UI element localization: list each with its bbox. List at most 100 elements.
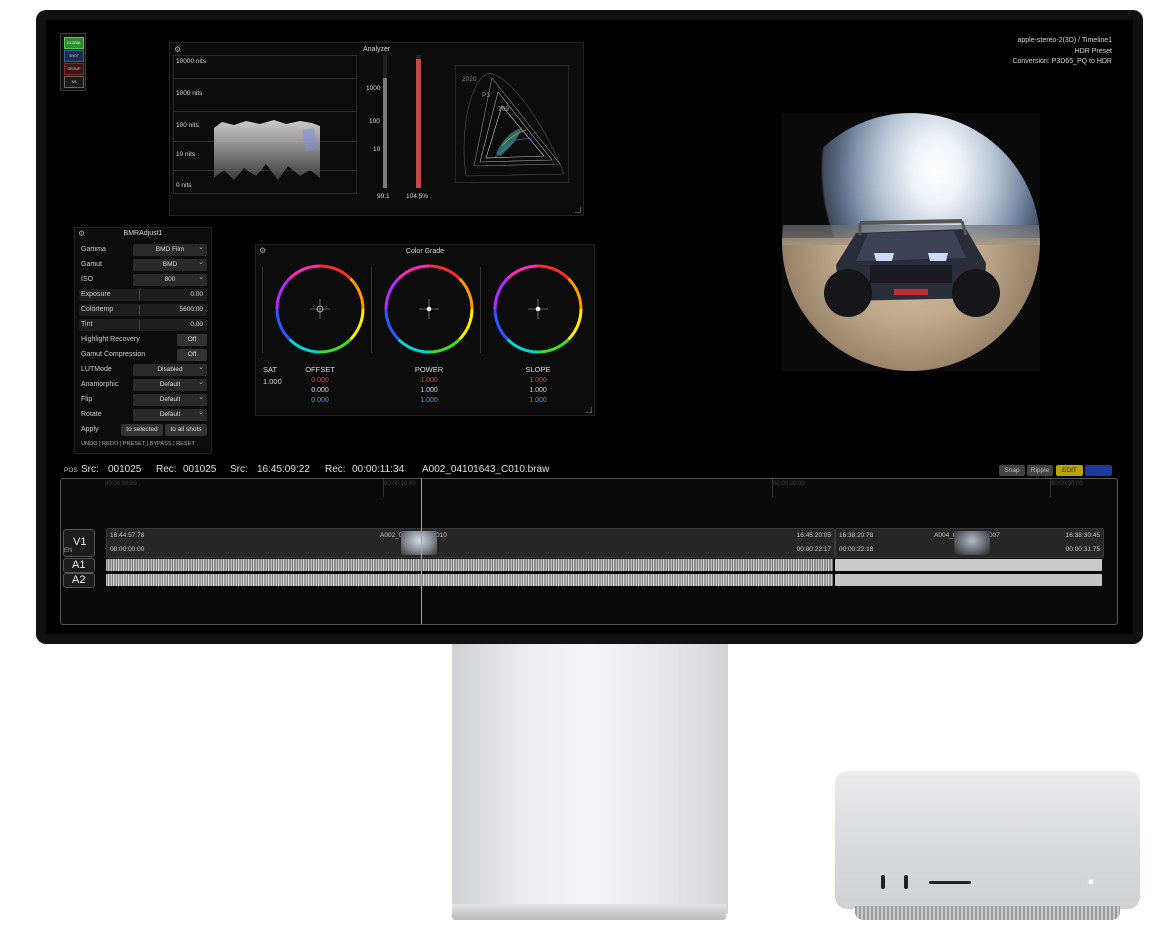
wheel-value-r[interactable]: 0.000 — [290, 377, 350, 384]
bmr-toggle[interactable]: Off — [177, 334, 207, 346]
display-stand — [452, 644, 728, 914]
bmr-row: Highlight Recovery Off — [75, 334, 211, 347]
audio-clip-a2[interactable] — [106, 574, 833, 586]
color-grade-title: Color Grade — [405, 248, 445, 255]
bmr-select[interactable]: BMD Film ⌄ — [133, 244, 207, 256]
mode-button-shot[interactable]: SHOT — [64, 50, 84, 62]
bmr-toggle[interactable]: Off — [177, 349, 207, 361]
track-enable[interactable]: EN — [64, 548, 72, 554]
resize-handle[interactable] — [575, 207, 581, 213]
wheel-label: OFFSET — [305, 365, 335, 374]
nits-label: 10 nits — [176, 151, 196, 158]
bmr-select-value: 800 — [164, 276, 176, 283]
display-stand-foot — [452, 904, 726, 920]
left-bar-value: 99.1 — [377, 193, 390, 200]
bmr-row: Gamut BMD ⌄ — [75, 259, 211, 272]
wheel-value-r[interactable]: 1.000 — [399, 377, 459, 384]
color-wheel[interactable] — [488, 259, 588, 359]
bmr-select-value: BMD Film — [155, 246, 185, 253]
gamut-label-p3: P3 — [482, 92, 490, 99]
timeline-name: apple-stereo-2(3D) / Timeline1 — [1017, 37, 1112, 44]
bmr-select-value: Default — [159, 411, 181, 418]
edit-button[interactable]: EDIT — [1056, 465, 1083, 476]
apply-to-selected-button[interactable]: to selected — [121, 424, 163, 436]
mac-studio — [835, 771, 1140, 909]
bmr-select[interactable]: BMD ⌄ — [133, 259, 207, 271]
clip-thumbnail — [401, 531, 437, 555]
wheel-value-g[interactable]: 0.000 — [290, 387, 350, 394]
bmr-row: Flip Default ⌄ — [75, 394, 211, 407]
bmr-slider[interactable] — [79, 319, 207, 331]
snap-button[interactable]: Snap — [999, 465, 1025, 476]
clip-src-out: 16:45:20:05 — [796, 532, 831, 539]
bmr-select[interactable]: Disabled ⌄ — [133, 364, 207, 376]
ripple-button[interactable]: Ripple — [1027, 465, 1053, 476]
wheel-value-b[interactable]: 1.000 — [508, 397, 568, 404]
bmr-label: Tint — [81, 321, 93, 328]
bmr-row: ISO 800 ⌄ — [75, 274, 211, 287]
status-bar: POS Src: 001025 Rec: 001025 Src: 16:45:0… — [46, 460, 1133, 478]
wheel-value-b[interactable]: 0.000 — [290, 397, 350, 404]
mode-button-global[interactable]: GLOBAL — [64, 37, 84, 49]
audio-clip-a2[interactable] — [835, 574, 1102, 586]
bmr-row: Rotate Default ⌄ — [75, 409, 211, 422]
analyzer-panel: ⚙ Analyzer 10000 nits 1000 nits 100 nits… — [169, 42, 584, 216]
wheel-master-slider[interactable] — [262, 267, 263, 353]
waveform-display: 10000 nits 1000 nits 100 nits 10 nits 0 … — [173, 55, 357, 194]
mode-button-group[interactable]: GROUP — [64, 63, 84, 75]
bmr-row: Gamut Compression Off — [75, 349, 211, 362]
bmr-label: ISO — [81, 276, 94, 283]
wheel-value-b[interactable]: 1.000 — [399, 397, 459, 404]
usb-c-port — [881, 875, 885, 889]
nits-label: 10000 nits — [176, 58, 206, 65]
apply-to-all-shots-button[interactable]: to all shots — [165, 424, 207, 436]
wheel-master-slider[interactable] — [371, 267, 372, 353]
gear-icon[interactable]: ⚙ — [174, 45, 181, 54]
src-timecode: 16:45:09:22 — [257, 464, 310, 475]
hdr-preset: HDR Preset — [1074, 48, 1112, 55]
clip-rec-out: 00:00:22:17 — [796, 546, 831, 553]
wheel-value-g[interactable]: 1.000 — [399, 387, 459, 394]
track-header-v1[interactable]: V1 EN — [63, 529, 95, 557]
chevron-down-icon: ⌄ — [198, 379, 204, 386]
color-wheel[interactable] — [270, 259, 370, 359]
power-led — [1089, 880, 1093, 884]
apply-row: Apply to selected to all shots — [75, 424, 211, 437]
color-wheels — [256, 259, 594, 359]
mode-indicator[interactable] — [1085, 465, 1112, 476]
color-wheel[interactable] — [379, 259, 479, 359]
bmr-select[interactable]: Default ⌄ — [133, 394, 207, 406]
audio-clip-a1[interactable] — [106, 559, 833, 571]
src-timecode-label: Src: — [230, 464, 248, 475]
timeline-panel: 00:00:00:00 00:00:10:00 00:00:20:00 00:0… — [60, 478, 1118, 625]
wheel-value-g[interactable]: 1.000 — [508, 387, 568, 394]
track-header-a1[interactable]: A1 — [63, 558, 95, 573]
bmr-select-value: BMD — [162, 261, 178, 268]
audio-clip-a1[interactable] — [835, 559, 1102, 571]
ruler-tick-label: 00:00:20:00 — [773, 481, 805, 487]
bmr-select-value: Default — [159, 396, 181, 403]
luminance-bar-right — [416, 55, 421, 188]
video-clip[interactable]: 16:44:57:78 00:00:00:00 A002_04101643_C0… — [106, 528, 835, 558]
resize-handle[interactable] — [586, 407, 592, 413]
playhead[interactable] — [421, 479, 422, 624]
bmr-select[interactable]: Default ⌄ — [133, 409, 207, 421]
bmr-label: Gamut Compression — [81, 351, 146, 358]
mode-button-ns[interactable]: NS — [64, 76, 84, 88]
apply-label: Apply — [81, 426, 99, 433]
fisheye-frame — [782, 113, 1040, 371]
src-frame: 001025 — [108, 464, 142, 475]
track-header-a2[interactable]: A2 — [63, 573, 95, 588]
bmr-label: Anamorphic — [81, 381, 119, 388]
wheel-master-slider[interactable] — [480, 267, 481, 353]
timeline-ruler[interactable]: 00:00:00:00 00:00:10:00 00:00:20:00 00:0… — [61, 479, 1117, 497]
bar-label: 100 — [369, 118, 380, 125]
bmr-select[interactable]: Default ⌄ — [133, 379, 207, 391]
mac-studio-vent — [855, 906, 1120, 920]
wheel-value-r[interactable]: 1.000 — [508, 377, 568, 384]
right-bar-value: 104.5% — [406, 193, 429, 200]
bmr-footer-links[interactable]: UNDO | REDO | PRESET | BYPASS | RESET — [81, 441, 195, 447]
bmr-select[interactable]: 800 ⌄ — [133, 274, 207, 286]
video-clip[interactable]: 16:38:20:78 00:00:22:18 A004_04111435_C0… — [835, 528, 1104, 558]
mode-buttons: GLOBAL SHOT GROUP NS — [60, 33, 86, 91]
